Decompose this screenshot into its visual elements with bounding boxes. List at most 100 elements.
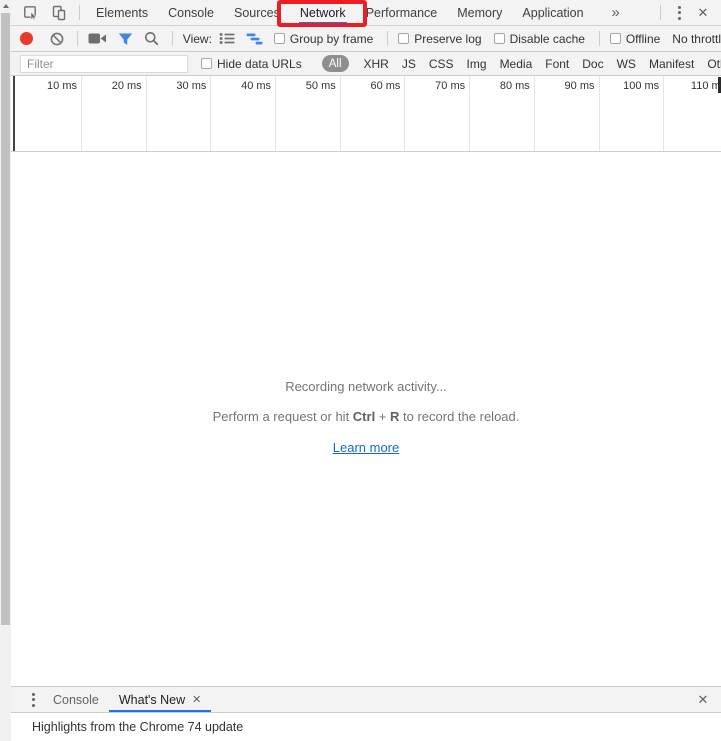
- recording-status-text: Recording network activity...: [285, 379, 447, 394]
- scrollbar-up-arrow-icon[interactable]: [0, 0, 11, 12]
- preserve-log-checkbox[interactable]: Preserve log: [398, 32, 481, 46]
- filter-type-ws[interactable]: WS: [617, 57, 636, 71]
- ruler-tick: 110 ms: [664, 76, 721, 151]
- funnel-icon: [118, 32, 133, 46]
- filter-type-other[interactable]: Other: [707, 57, 721, 71]
- tab-label: Console: [168, 6, 214, 20]
- search-button[interactable]: [144, 31, 159, 46]
- filter-type-all[interactable]: All: [322, 55, 349, 72]
- more-tabs-icon[interactable]: »: [604, 0, 628, 25]
- tab-label: Network: [300, 6, 346, 20]
- ruler-tick: 30 ms: [147, 76, 212, 151]
- tab-label: Elements: [96, 6, 148, 20]
- inspect-element-button[interactable]: [17, 0, 45, 25]
- drawer-tab-label: Console: [53, 693, 99, 707]
- device-toolbar-button[interactable]: [45, 0, 73, 25]
- checkbox-label: Group by frame: [290, 32, 373, 46]
- throttling-dropdown[interactable]: No throttl: [672, 32, 721, 46]
- offline-checkbox[interactable]: Offline: [610, 32, 660, 46]
- filter-type-manifest[interactable]: Manifest: [649, 57, 694, 71]
- checkbox-label: Hide data URLs: [217, 57, 302, 71]
- capture-screenshots-button[interactable]: [88, 32, 107, 45]
- filter-type-media[interactable]: Media: [500, 57, 533, 71]
- large-rows-toggle[interactable]: [219, 32, 235, 45]
- checkbox-label: Disable cache: [510, 32, 585, 46]
- devtools-menu-icon[interactable]: [667, 0, 691, 25]
- view-label: View:: [183, 32, 212, 46]
- device-toolbar-icon: [51, 5, 67, 21]
- divider: [77, 31, 78, 46]
- clear-icon: [50, 32, 64, 46]
- ruler-tick: 20 ms: [82, 76, 147, 151]
- clear-button[interactable]: [50, 32, 64, 46]
- tab-close-icon[interactable]: ✕: [192, 693, 201, 706]
- tab-console[interactable]: Console: [158, 0, 224, 25]
- tab-label: Application: [522, 6, 583, 20]
- checkbox-icon: [274, 33, 285, 44]
- checkbox-label: Preserve log: [414, 32, 481, 46]
- checkbox-icon: [610, 33, 621, 44]
- filter-toggle-button[interactable]: [118, 32, 133, 46]
- hide-data-urls-checkbox[interactable]: Hide data URLs: [201, 57, 302, 71]
- ruler-tick: 90 ms: [535, 76, 600, 151]
- filter-type-doc[interactable]: Doc: [582, 57, 603, 71]
- disable-cache-checkbox[interactable]: Disable cache: [494, 32, 585, 46]
- ruler-tick: 100 ms: [600, 76, 665, 151]
- camera-icon: [88, 32, 107, 45]
- page-scrollbar[interactable]: [0, 0, 11, 741]
- filter-type-css[interactable]: CSS: [429, 57, 454, 71]
- filter-type-js[interactable]: JS: [402, 57, 416, 71]
- checkbox-label: Offline: [626, 32, 660, 46]
- group-by-frame-checkbox[interactable]: Group by frame: [274, 32, 373, 46]
- ruler-tick: 40 ms: [211, 76, 276, 151]
- list-rows-icon: [219, 32, 235, 45]
- ruler-tick: 80 ms: [470, 76, 535, 151]
- tab-application[interactable]: Application: [512, 0, 593, 25]
- tab-label: Memory: [457, 6, 502, 20]
- network-toolbar: View:: [11, 26, 721, 52]
- whats-new-header-text: Highlights from the Chrome 74 update: [32, 720, 243, 734]
- tab-performance[interactable]: Performance: [356, 0, 448, 25]
- tabbar-right-controls: ✕: [654, 0, 721, 25]
- search-icon: [144, 31, 159, 46]
- filter-input[interactable]: [20, 55, 188, 73]
- tab-label: Performance: [366, 6, 438, 20]
- devtools-window: Elements Console Sources Network Perform…: [11, 0, 721, 741]
- tab-sources[interactable]: Sources: [224, 0, 290, 25]
- record-button[interactable]: [20, 32, 33, 45]
- drawer-close-icon[interactable]: ✕: [691, 687, 715, 712]
- divider: [599, 31, 600, 46]
- checkbox-icon: [494, 33, 505, 44]
- tab-label: Sources: [234, 6, 280, 20]
- drawer-tab-label: What's New: [119, 693, 185, 707]
- devtools-close-icon[interactable]: ✕: [691, 0, 715, 25]
- overview-left-handle[interactable]: [13, 76, 15, 151]
- ruler-tick: 60 ms: [341, 76, 406, 151]
- tab-memory[interactable]: Memory: [447, 0, 512, 25]
- tab-network[interactable]: Network: [290, 0, 356, 25]
- checkbox-icon: [398, 33, 409, 44]
- whats-new-header: Highlights from the Chrome 74 update: [11, 713, 721, 740]
- main-tabbar: Elements Console Sources Network Perform…: [11, 0, 721, 26]
- filter-type-xhr[interactable]: XHR: [364, 57, 389, 71]
- scrollbar-thumb[interactable]: [1, 13, 10, 625]
- tab-elements[interactable]: Elements: [86, 0, 158, 25]
- reload-hint-text: Perform a request or hit Ctrl + R to rec…: [213, 409, 520, 424]
- waterfall-icon: [246, 32, 263, 46]
- drawer-tab-whats-new[interactable]: What's New ✕: [109, 687, 212, 712]
- learn-more-link[interactable]: Learn more: [333, 440, 399, 455]
- divider: [660, 5, 661, 20]
- drawer-menu-icon[interactable]: [23, 687, 43, 712]
- filter-type-font[interactable]: Font: [545, 57, 569, 71]
- show-overview-toggle[interactable]: [246, 32, 263, 46]
- drawer-tab-console[interactable]: Console: [43, 687, 109, 712]
- requests-empty-panel: Recording network activity... Perform a …: [11, 152, 721, 682]
- drawer-tabbar: Console What's New ✕ ✕: [11, 687, 721, 713]
- ruler-tick: 10 ms: [11, 76, 82, 151]
- divider: [172, 31, 173, 46]
- network-overview-ruler[interactable]: 10 ms 20 ms 30 ms 40 ms 50 ms 60 ms 70 m…: [11, 76, 721, 152]
- filter-bar: Hide data URLs All XHR JS CSS Img Media …: [11, 52, 721, 76]
- divider: [387, 31, 388, 46]
- filter-type-img[interactable]: Img: [467, 57, 487, 71]
- drawer: Console What's New ✕ ✕ Highlights from t…: [11, 686, 721, 741]
